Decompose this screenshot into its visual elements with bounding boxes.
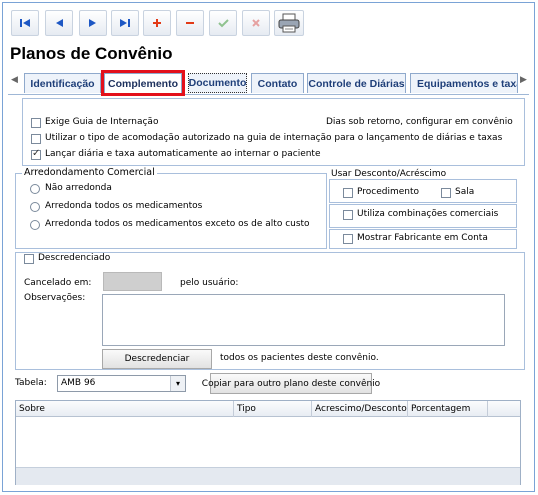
minus-icon [186, 22, 194, 24]
arredondamento-title: Arredondamento Comercial [22, 167, 157, 178]
tab-identificacao[interactable]: Identificação [24, 73, 101, 93]
cancelado-em-field[interactable] [103, 272, 162, 291]
tabela-label: Tabela: [15, 378, 47, 388]
observacoes-label: Observações: [24, 293, 86, 303]
descredenciado-label: Descredenciado [38, 253, 111, 263]
cancelado-em-label: Cancelado em: [24, 278, 92, 288]
grid-column-porcentagem[interactable]: Porcentagem [408, 401, 488, 417]
close-icon [252, 19, 260, 27]
sala-label: Sala [455, 187, 475, 197]
tab-controle-diarias[interactable]: Controle de Diárias [307, 73, 406, 93]
grid-horizontal-scrollbar[interactable] [16, 467, 520, 485]
procedimento-label: Procedimento [357, 187, 420, 197]
tab-documento[interactable]: Documento [188, 73, 247, 93]
grid-column-acrescimo[interactable]: Acrescimo/Desconto [312, 401, 408, 417]
arredonda-exceto-label: Arredonda todos os medicamentos exceto o… [45, 219, 310, 229]
tab-complemento[interactable]: Complemento [101, 70, 185, 96]
print-button[interactable] [274, 10, 304, 36]
tab-contato[interactable]: Contato [251, 73, 304, 93]
grid-column-sobre[interactable]: Sobre [16, 401, 234, 417]
confirm-button[interactable] [209, 10, 237, 36]
tab-scroll-right-icon[interactable]: ▶ [520, 75, 527, 85]
add-record-button[interactable] [143, 10, 171, 36]
utilizar-tipo-checkbox[interactable] [31, 134, 41, 144]
descredenciar-after-text: todos os pacientes deste convênio. [220, 353, 379, 363]
last-record-button[interactable] [111, 10, 139, 36]
tab-scroll-left-icon[interactable]: ◀ [11, 75, 18, 85]
tab-equipamentos-taxas[interactable]: Equipamentos e taxas [410, 73, 518, 93]
arrow-left-icon [56, 19, 63, 27]
tabela-select[interactable]: AMB 96 ▾ [57, 375, 186, 392]
lancar-diaria-label: Lançar diária e taxa automaticamente ao … [45, 149, 321, 159]
observacoes-textarea[interactable] [102, 294, 505, 346]
printer-icon [278, 13, 300, 33]
copiar-plano-button[interactable]: Copiar para outro plano deste convênio [202, 373, 380, 394]
nao-arredonda-radio[interactable] [30, 184, 40, 194]
cancel-button[interactable] [242, 10, 270, 36]
descredenciado-checkbox[interactable] [24, 254, 34, 264]
fabricante-checkbox[interactable] [343, 234, 353, 244]
skip-last-icon [120, 19, 130, 27]
next-record-button[interactable] [79, 10, 107, 36]
descredenciar-button[interactable]: Descredenciar [102, 349, 212, 369]
previous-record-button[interactable] [45, 10, 73, 36]
utilizar-tipo-label: Utilizar o tipo de acomodação autorizado… [45, 133, 503, 143]
arredonda-todos-radio[interactable] [30, 202, 40, 212]
lancar-diaria-checkbox[interactable] [31, 148, 41, 160]
exige-guia-label: Exige Guia de Internação [45, 117, 159, 127]
combinacoes-checkbox[interactable] [343, 210, 353, 220]
fabricante-label: Mostrar Fabricante em Conta [357, 233, 488, 243]
skip-first-icon [20, 19, 30, 27]
desconto-title: Usar Desconto/Acréscimo [331, 169, 447, 179]
first-record-button[interactable] [11, 10, 39, 36]
combinacoes-label: Utiliza combinações comerciais [357, 209, 499, 219]
dias-retorno-text: Dias sob retorno, configurar em convênio [326, 117, 513, 127]
grid-column-tipo[interactable]: Tipo [234, 401, 312, 417]
delete-record-button[interactable] [176, 10, 204, 36]
procedimento-checkbox[interactable] [343, 188, 353, 198]
pelo-usuario-label: pelo usuário: [180, 278, 239, 288]
sala-checkbox[interactable] [441, 188, 451, 198]
plus-icon [153, 19, 161, 27]
page-title: Planos de Convênio [10, 44, 173, 63]
arredonda-todos-label: Arredonda todos os medicamentos [45, 201, 203, 211]
arrow-right-icon [89, 19, 96, 27]
tabela-select-value: AMB 96 [61, 378, 96, 388]
check-icon [217, 19, 229, 28]
chevron-down-icon[interactable]: ▾ [170, 376, 185, 391]
arredonda-exceto-radio[interactable] [30, 220, 40, 230]
exige-guia-checkbox[interactable] [31, 118, 41, 128]
nao-arredonda-label: Não arredonda [45, 183, 112, 193]
